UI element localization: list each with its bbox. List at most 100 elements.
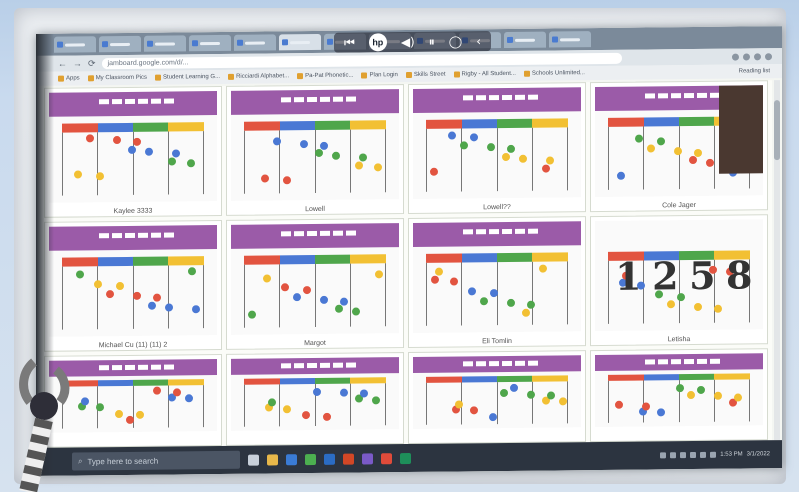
- forward-arrow-icon[interactable]: →: [73, 58, 82, 68]
- counter-chip[interactable]: [164, 303, 173, 312]
- counter-chip[interactable]: [673, 146, 682, 155]
- student-screen-tile[interactable]: Lowell??: [408, 82, 586, 215]
- app-icon[interactable]: [381, 452, 392, 464]
- counter-chip[interactable]: [449, 277, 458, 286]
- tray-icon[interactable]: [680, 452, 687, 459]
- reload-icon[interactable]: ⟳: [88, 58, 96, 69]
- counter-chip[interactable]: [486, 143, 495, 152]
- browser-tab[interactable]: [144, 35, 186, 52]
- counter-chip[interactable]: [283, 176, 292, 185]
- counter-chip[interactable]: [455, 400, 463, 409]
- counter-chip[interactable]: [85, 134, 94, 143]
- teams-icon[interactable]: [362, 452, 373, 464]
- volume-icon[interactable]: [710, 451, 717, 458]
- scroll-thumb[interactable]: [774, 100, 780, 161]
- student-screen-tile[interactable]: 1 2 5 8 Letisha: [590, 214, 768, 347]
- counter-chip[interactable]: [186, 159, 195, 168]
- student-screen-tile[interactable]: Cole Jager: [590, 80, 768, 213]
- counter-chip[interactable]: [144, 147, 153, 156]
- browser-tab[interactable]: [234, 34, 276, 51]
- counter-chip[interactable]: [112, 136, 121, 145]
- counter-chip[interactable]: [351, 307, 360, 316]
- extension-icon[interactable]: [754, 52, 761, 60]
- counter-chip[interactable]: [320, 141, 329, 150]
- counter-chip[interactable]: [657, 136, 666, 145]
- counter-chip[interactable]: [340, 297, 349, 306]
- counter-chip[interactable]: [460, 141, 469, 150]
- counter-chip[interactable]: [372, 396, 381, 405]
- tray-icon[interactable]: [670, 452, 677, 459]
- page-scrollbar[interactable]: [774, 80, 780, 441]
- browser-tab[interactable]: [279, 33, 321, 51]
- student-screen-tile[interactable]: [408, 350, 586, 445]
- bookmark[interactable]: Rigby - All Student...: [453, 71, 516, 78]
- clock-time[interactable]: 1:53 PM: [720, 452, 742, 458]
- bookmark[interactable]: Student Learning G...: [155, 74, 220, 81]
- pause-icon[interactable]: ⏸: [429, 34, 435, 49]
- bookmark[interactable]: Ricciardi Alphabet...: [228, 73, 289, 80]
- counter-chip[interactable]: [527, 390, 536, 399]
- counter-chip[interactable]: [299, 139, 308, 148]
- task-view-icon[interactable]: [248, 454, 259, 466]
- counter-chip[interactable]: [373, 162, 382, 172]
- extension-icon[interactable]: [743, 52, 750, 61]
- counter-chip[interactable]: [539, 264, 547, 273]
- profile-icon[interactable]: [765, 52, 772, 60]
- counter-chip[interactable]: [616, 171, 625, 180]
- counter-chip[interactable]: [114, 409, 123, 418]
- student-screen-tile[interactable]: Eli Tomlin: [408, 216, 586, 349]
- clock-date[interactable]: 3/1/2022: [747, 451, 770, 457]
- counter-chip[interactable]: [148, 301, 157, 310]
- counter-chip[interactable]: [694, 148, 703, 157]
- counter-chip[interactable]: [705, 158, 714, 167]
- counter-chip[interactable]: [429, 167, 438, 176]
- mail-icon[interactable]: [286, 453, 297, 465]
- back-chevron-icon[interactable]: ‹: [476, 34, 481, 48]
- counter-chip[interactable]: [301, 411, 310, 420]
- bookmark[interactable]: Plan Login: [361, 72, 398, 79]
- student-screen-tile[interactable]: Michael Cu (11) (11) 2: [44, 219, 222, 352]
- counter-chip[interactable]: [171, 149, 180, 158]
- excel-icon[interactable]: [400, 452, 411, 464]
- reading-list[interactable]: Reading list: [739, 68, 782, 74]
- browser-tab[interactable]: [99, 35, 141, 53]
- wifi-icon[interactable]: [700, 451, 707, 458]
- tray-icon[interactable]: [660, 452, 667, 459]
- counter-chip[interactable]: [262, 273, 271, 283]
- counter-chip[interactable]: [320, 295, 329, 304]
- browser-tab[interactable]: [549, 31, 591, 48]
- counter-chip[interactable]: [488, 412, 497, 422]
- counter-chip[interactable]: [518, 154, 527, 163]
- record-icon[interactable]: ◯: [449, 34, 462, 48]
- bookmark[interactable]: Pa-Pat Phonetic...: [297, 73, 353, 80]
- extension-icon[interactable]: [732, 53, 739, 61]
- counter-chip[interactable]: [331, 151, 340, 160]
- student-screen-tile[interactable]: [226, 352, 404, 446]
- powerpoint-icon[interactable]: [343, 453, 354, 465]
- counter-chip[interactable]: [502, 152, 511, 161]
- counter-chip[interactable]: [355, 160, 364, 170]
- word-icon[interactable]: [324, 453, 335, 465]
- student-screen-tile[interactable]: Lowell: [226, 84, 404, 216]
- browser-tab[interactable]: [54, 36, 96, 53]
- bookmark[interactable]: Skills Street: [405, 72, 446, 79]
- back-arrow-icon[interactable]: ←: [58, 59, 67, 69]
- counter-chip[interactable]: [75, 270, 84, 279]
- tray-icon[interactable]: [690, 451, 697, 459]
- counter-chip[interactable]: [480, 296, 489, 306]
- browser-tab[interactable]: [189, 34, 231, 52]
- counter-chip[interactable]: [127, 145, 136, 154]
- counter-chip[interactable]: [106, 289, 115, 298]
- previous-icon[interactable]: ⏮: [344, 35, 355, 50]
- browser-tab[interactable]: [504, 31, 546, 49]
- student-screen-tile[interactable]: Kaylee 3333: [44, 85, 222, 218]
- volume-icon[interactable]: ◀): [401, 35, 415, 49]
- student-screen-tile[interactable]: Margot: [226, 218, 404, 350]
- bookmark[interactable]: My Classroom Pics: [87, 75, 147, 82]
- counter-chip[interactable]: [133, 291, 141, 300]
- counter-chip[interactable]: [358, 153, 367, 162]
- counter-chip[interactable]: [642, 401, 651, 411]
- counter-chip[interactable]: [714, 304, 723, 313]
- chrome-icon[interactable]: [305, 453, 316, 465]
- taskbar-search[interactable]: ⌕ Type here to search: [72, 450, 240, 471]
